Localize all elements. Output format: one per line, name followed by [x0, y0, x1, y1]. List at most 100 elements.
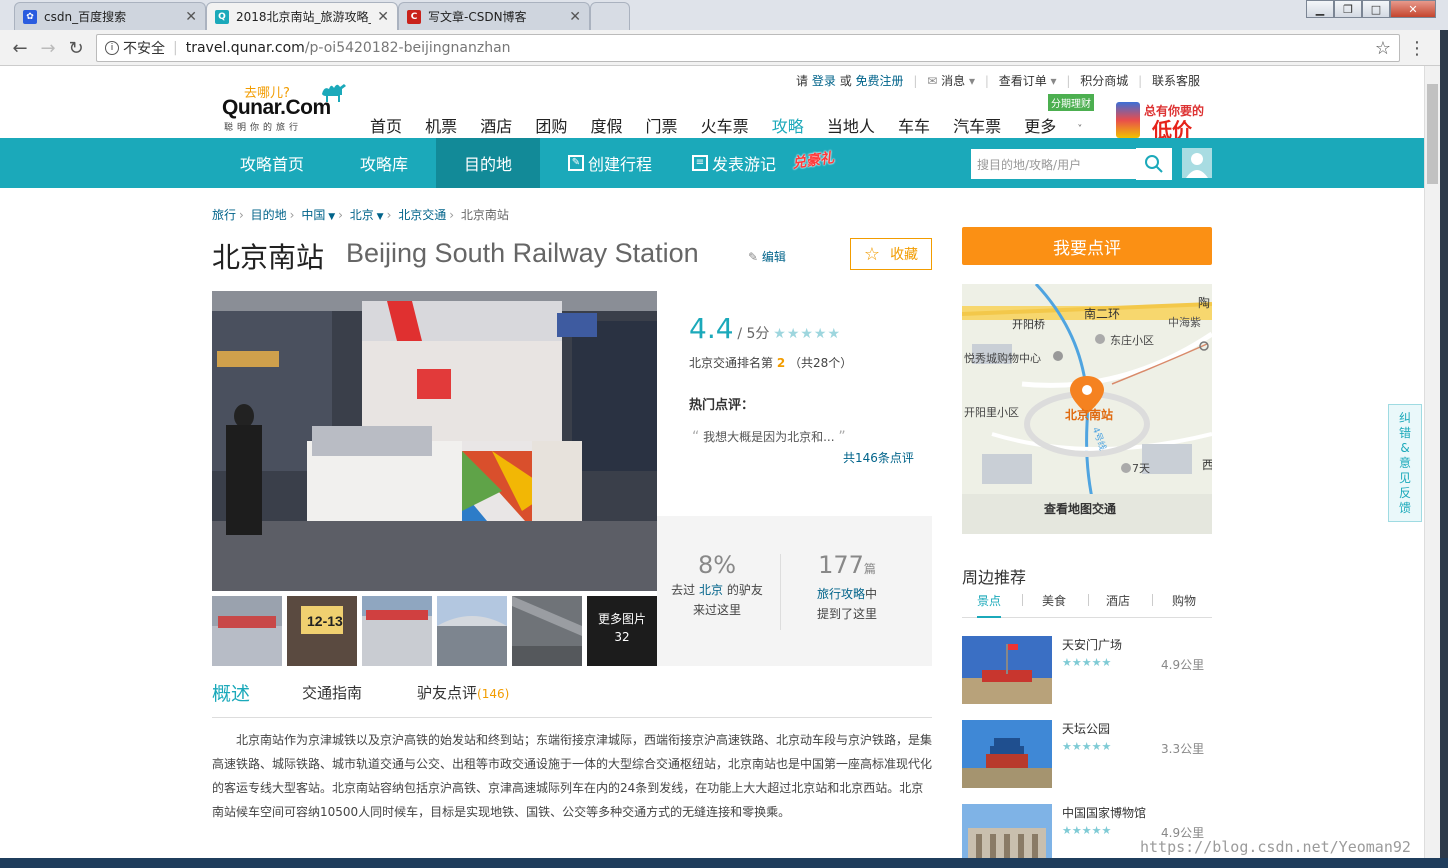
- quote-open-icon: “: [692, 429, 700, 445]
- nearby-name[interactable]: 中国国家博物馆: [1062, 804, 1146, 821]
- orders-link[interactable]: 查看订单: [999, 74, 1047, 88]
- hot-review-label: 热门点评：: [689, 398, 755, 413]
- guides-stat: 177篇 旅行攻略中 提到了这里: [816, 551, 878, 621]
- back-icon[interactable]: ←: [8, 36, 32, 60]
- feedback-button[interactable]: 纠错&意见反馈: [1388, 404, 1422, 522]
- content-tabs: 概述 交通指南 驴友点评(146): [212, 678, 932, 718]
- tab-reviews[interactable]: 驴友点评(146): [417, 682, 509, 703]
- nav-flights[interactable]: 机票: [425, 117, 457, 136]
- url-input[interactable]: i 不安全 | travel.qunar.com/p-oi5420182-bei…: [96, 34, 1400, 62]
- nav-hotels[interactable]: 酒店: [480, 117, 512, 136]
- nav-train[interactable]: 火车票: [701, 117, 749, 136]
- maximize-icon[interactable]: □: [1362, 0, 1390, 18]
- contact-link[interactable]: 联系客服: [1152, 74, 1200, 88]
- rank-text: 北京交通排名第 2 （共28个）: [689, 356, 853, 370]
- register-link[interactable]: 免费注册: [856, 74, 904, 88]
- nearby-distance: 4.9公里: [1161, 658, 1205, 672]
- breadcrumb-china[interactable]: 中国: [301, 208, 325, 222]
- messages-link[interactable]: 消息: [941, 74, 965, 88]
- low-price-ad[interactable]: 总有你要的 低价: [1116, 102, 1212, 142]
- page-title-cn: 北京南站: [212, 241, 325, 274]
- breadcrumb-destinations[interactable]: 目的地: [251, 208, 287, 222]
- forward-icon[interactable]: →: [36, 36, 60, 60]
- avatar[interactable]: [1182, 148, 1212, 178]
- nearby-item[interactable]: 天坛公园 ★★★★★ 3.3公里: [962, 720, 1212, 790]
- nearby-image[interactable]: [962, 636, 1052, 704]
- gift-badge[interactable]: 兑豪礼: [791, 147, 835, 173]
- browser-tab-bar: ✿ csdn_百度搜索 ✕ Q 2018北京南站_旅游攻略_ ✕ C 写文章-C…: [0, 0, 1448, 30]
- info-icon[interactable]: i: [105, 41, 119, 55]
- reload-icon[interactable]: ↻: [64, 36, 88, 60]
- nearby-image[interactable]: [962, 720, 1052, 788]
- nearby-tab-food[interactable]: 美食: [1042, 592, 1066, 609]
- nav-guides[interactable]: 攻略: [772, 117, 804, 136]
- close-tab-icon[interactable]: ✕: [569, 9, 581, 25]
- subnav-post-travelogue[interactable]: ≡ 发表游记: [692, 138, 776, 188]
- photo-thumbnail[interactable]: [437, 596, 507, 666]
- tab-overview[interactable]: 概述: [212, 679, 250, 706]
- nav-tickets[interactable]: 门票: [646, 117, 678, 136]
- subnav-guide-home[interactable]: 攻略首页: [240, 138, 304, 188]
- tab-transport[interactable]: 交通指南: [302, 682, 362, 703]
- map-label: 开阳里小区: [964, 406, 1019, 419]
- nav-cars[interactable]: 车车: [898, 117, 930, 136]
- phone-icon: [1116, 102, 1140, 138]
- search-icon[interactable]: [1136, 148, 1172, 180]
- nearby-item[interactable]: 天安门广场 ★★★★★ 4.9公里: [962, 636, 1212, 706]
- points-mall-link[interactable]: 积分商城: [1080, 74, 1128, 88]
- edit-link[interactable]: ✎ 编辑: [748, 248, 786, 265]
- photo-thumbnail[interactable]: [362, 596, 432, 666]
- breadcrumb-beijing[interactable]: 北京: [350, 208, 374, 222]
- travel-guides-link[interactable]: 旅行攻略: [817, 587, 865, 601]
- favorite-button[interactable]: ☆ 收藏: [850, 238, 932, 270]
- close-tab-icon[interactable]: ✕: [377, 9, 389, 25]
- nearby-name[interactable]: 天安门广场: [1062, 636, 1122, 653]
- bookmark-star-icon[interactable]: ☆: [1375, 38, 1391, 59]
- main-photo[interactable]: [212, 291, 657, 591]
- scrollbar-thumb[interactable]: [1427, 84, 1438, 184]
- nav-bus[interactable]: 汽车票: [953, 117, 1001, 136]
- breadcrumb-beijing-transport[interactable]: 北京交通: [398, 208, 446, 222]
- nav-home[interactable]: 首页: [370, 117, 402, 136]
- nav-vacation[interactable]: 度假: [590, 117, 622, 136]
- scrollbar[interactable]: [1424, 66, 1440, 868]
- nav-groupbuy[interactable]: 团购: [535, 117, 567, 136]
- new-tab-button[interactable]: [590, 2, 630, 30]
- star-rating-icon: ★★★★★: [1062, 824, 1112, 837]
- star-rating-icon: ★★★★★: [1062, 656, 1112, 669]
- browser-tab-csdn[interactable]: C 写文章-CSDN博客 ✕: [398, 2, 590, 30]
- login-link[interactable]: 登录: [812, 74, 836, 88]
- nearby-tab-hotels[interactable]: 酒店: [1106, 592, 1130, 609]
- nav-locals[interactable]: 当地人: [827, 117, 875, 136]
- finance-badge[interactable]: 分期理财: [1048, 94, 1094, 111]
- browser-tab-baidu[interactable]: ✿ csdn_百度搜索 ✕: [14, 2, 206, 30]
- hot-review[interactable]: “ 我想大概是因为北京和... ”: [692, 428, 846, 445]
- close-tab-icon[interactable]: ✕: [185, 9, 197, 25]
- map-label: 东庄小区: [1110, 334, 1154, 347]
- view-map-traffic-link[interactable]: 查看地图交通: [1044, 500, 1116, 517]
- browser-menu-icon[interactable]: ⋮: [1408, 38, 1426, 59]
- subnav-destinations[interactable]: 目的地: [436, 138, 540, 188]
- nearby-tab-sights[interactable]: 景点: [977, 592, 1002, 618]
- beijing-link[interactable]: 北京: [699, 583, 723, 597]
- url-path: /p-oi5420182-beijingnanzhan: [304, 40, 511, 56]
- photo-thumbnail[interactable]: [512, 596, 582, 666]
- nav-more[interactable]: 更多 ˅: [1024, 117, 1100, 136]
- nearby-distance: 3.3公里: [1161, 742, 1205, 756]
- location-map[interactable]: 开阳桥 南二环 陶 中海紫 东庄小区 悦秀城购物中心 北京南站 开阳里小区 7天…: [962, 284, 1212, 534]
- restore-icon[interactable]: ❐: [1334, 0, 1362, 18]
- window-close-icon[interactable]: ✕: [1390, 0, 1436, 18]
- nearby-name[interactable]: 天坛公园: [1062, 720, 1110, 737]
- subnav-guide-library[interactable]: 攻略库: [360, 138, 408, 188]
- photo-thumbnail[interactable]: 12-13: [287, 596, 357, 666]
- feedback-label: 纠错&意见反馈: [1398, 411, 1411, 515]
- all-reviews-link[interactable]: 共146条点评: [843, 449, 914, 466]
- write-review-button[interactable]: 我要点评: [962, 227, 1212, 265]
- breadcrumb-travel[interactable]: 旅行: [212, 208, 236, 222]
- more-photos-button[interactable]: 更多图片 32: [587, 596, 657, 666]
- minimize-icon[interactable]: ▁: [1306, 0, 1334, 18]
- browser-tab-qunar[interactable]: Q 2018北京南站_旅游攻略_ ✕: [206, 2, 398, 30]
- subnav-create-trip[interactable]: ✎ 创建行程: [568, 138, 652, 188]
- nearby-tab-shopping[interactable]: 购物: [1172, 592, 1196, 609]
- photo-thumbnail[interactable]: [212, 596, 282, 666]
